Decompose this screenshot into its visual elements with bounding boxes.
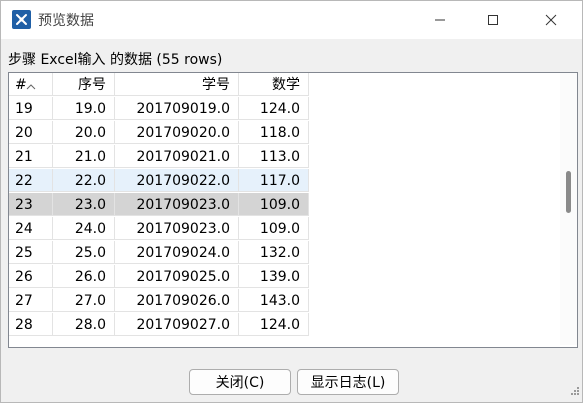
cell-serial: 28.0	[53, 313, 115, 336]
column-header-serial[interactable]: 序号	[53, 73, 115, 96]
cell-serial: 22.0	[53, 169, 115, 192]
cell-student-id: 201709024.0	[115, 241, 239, 264]
cell-math: 109.0	[239, 217, 309, 240]
cell-student-id: 201709023.0	[115, 217, 239, 240]
cell-student-id: 201709020.0	[115, 121, 239, 144]
step-data-caption: 步骤 Excel输入 的数据 (55 rows)	[8, 52, 223, 68]
cell-math: 109.0	[239, 193, 309, 216]
cell-student-id: 201709021.0	[115, 145, 239, 168]
maximize-icon[interactable]	[471, 7, 515, 33]
cell-math: 117.0	[239, 169, 309, 192]
cell-math: 113.0	[239, 145, 309, 168]
table-row[interactable]: 27 27.0 201709026.0 143.0	[9, 289, 557, 313]
cell-index: 28	[9, 313, 53, 336]
column-header-index[interactable]: #	[9, 73, 53, 96]
app-icon	[12, 10, 31, 29]
table-row[interactable]: 19 19.0 201709019.0 124.0	[9, 97, 557, 121]
cell-student-id: 201709026.0	[115, 289, 239, 312]
cell-serial: 26.0	[53, 265, 115, 288]
window-title: 预览数据	[38, 13, 94, 29]
cell-serial: 19.0	[53, 97, 115, 120]
table-row[interactable]: 21 21.0 201709021.0 113.0	[9, 145, 557, 169]
table-header: # 序号 学号 数学	[9, 73, 557, 97]
cell-serial: 23.0	[53, 193, 115, 216]
cell-student-id: 201709023.0	[115, 193, 239, 216]
cell-math: 118.0	[239, 121, 309, 144]
data-grid[interactable]: # 序号 学号 数学 19 19.0 201709019.0 124.0 20 …	[8, 72, 578, 348]
preview-window: 预览数据 步骤 Excel输入 的数据 (55 rows) # 序号 学号 数学…	[0, 0, 583, 403]
cell-math: 132.0	[239, 241, 309, 264]
column-header-student-id[interactable]: 学号	[115, 73, 239, 96]
cell-math: 124.0	[239, 313, 309, 336]
cell-index: 21	[9, 145, 53, 168]
table-row[interactable]: 28 28.0 201709027.0 124.0	[9, 313, 557, 337]
cell-student-id: 201709025.0	[115, 265, 239, 288]
cell-serial: 21.0	[53, 145, 115, 168]
vertical-scrollbar[interactable]	[560, 73, 577, 345]
table-row-hovered[interactable]: 22 22.0 201709022.0 117.0	[9, 169, 557, 193]
cell-index: 19	[9, 97, 53, 120]
show-log-button[interactable]: 显示日志(L)	[297, 369, 399, 395]
table-row[interactable]: 24 24.0 201709023.0 109.0	[9, 217, 557, 241]
cell-index: 20	[9, 121, 53, 144]
cell-math: 124.0	[239, 97, 309, 120]
table-row-selected[interactable]: 23 23.0 201709023.0 109.0	[9, 193, 557, 217]
cell-index: 26	[9, 265, 53, 288]
close-button[interactable]: 关闭(C)	[189, 369, 291, 395]
close-icon[interactable]	[529, 7, 573, 33]
cell-math: 139.0	[239, 265, 309, 288]
cell-index: 27	[9, 289, 53, 312]
title-bar[interactable]: 预览数据	[1, 1, 582, 39]
cell-index: 25	[9, 241, 53, 264]
cell-serial: 20.0	[53, 121, 115, 144]
sort-up-icon	[26, 74, 36, 98]
cell-serial: 25.0	[53, 241, 115, 264]
cell-student-id: 201709019.0	[115, 97, 239, 120]
scrollbar-thumb[interactable]	[566, 171, 571, 213]
cell-index: 23	[9, 193, 53, 216]
table-row[interactable]: 25 25.0 201709024.0 132.0	[9, 241, 557, 265]
cell-student-id: 201709027.0	[115, 313, 239, 336]
table-row[interactable]: 20 20.0 201709020.0 118.0	[9, 121, 557, 145]
table-row[interactable]: 26 26.0 201709025.0 139.0	[9, 265, 557, 289]
cell-index: 24	[9, 217, 53, 240]
cell-serial: 27.0	[53, 289, 115, 312]
column-header-math[interactable]: 数学	[239, 73, 309, 96]
resize-grip-icon[interactable]	[570, 381, 580, 400]
cell-serial: 24.0	[53, 217, 115, 240]
cell-student-id: 201709022.0	[115, 169, 239, 192]
minimize-icon[interactable]	[418, 7, 462, 33]
cell-math: 143.0	[239, 289, 309, 312]
cell-index: 22	[9, 169, 53, 192]
